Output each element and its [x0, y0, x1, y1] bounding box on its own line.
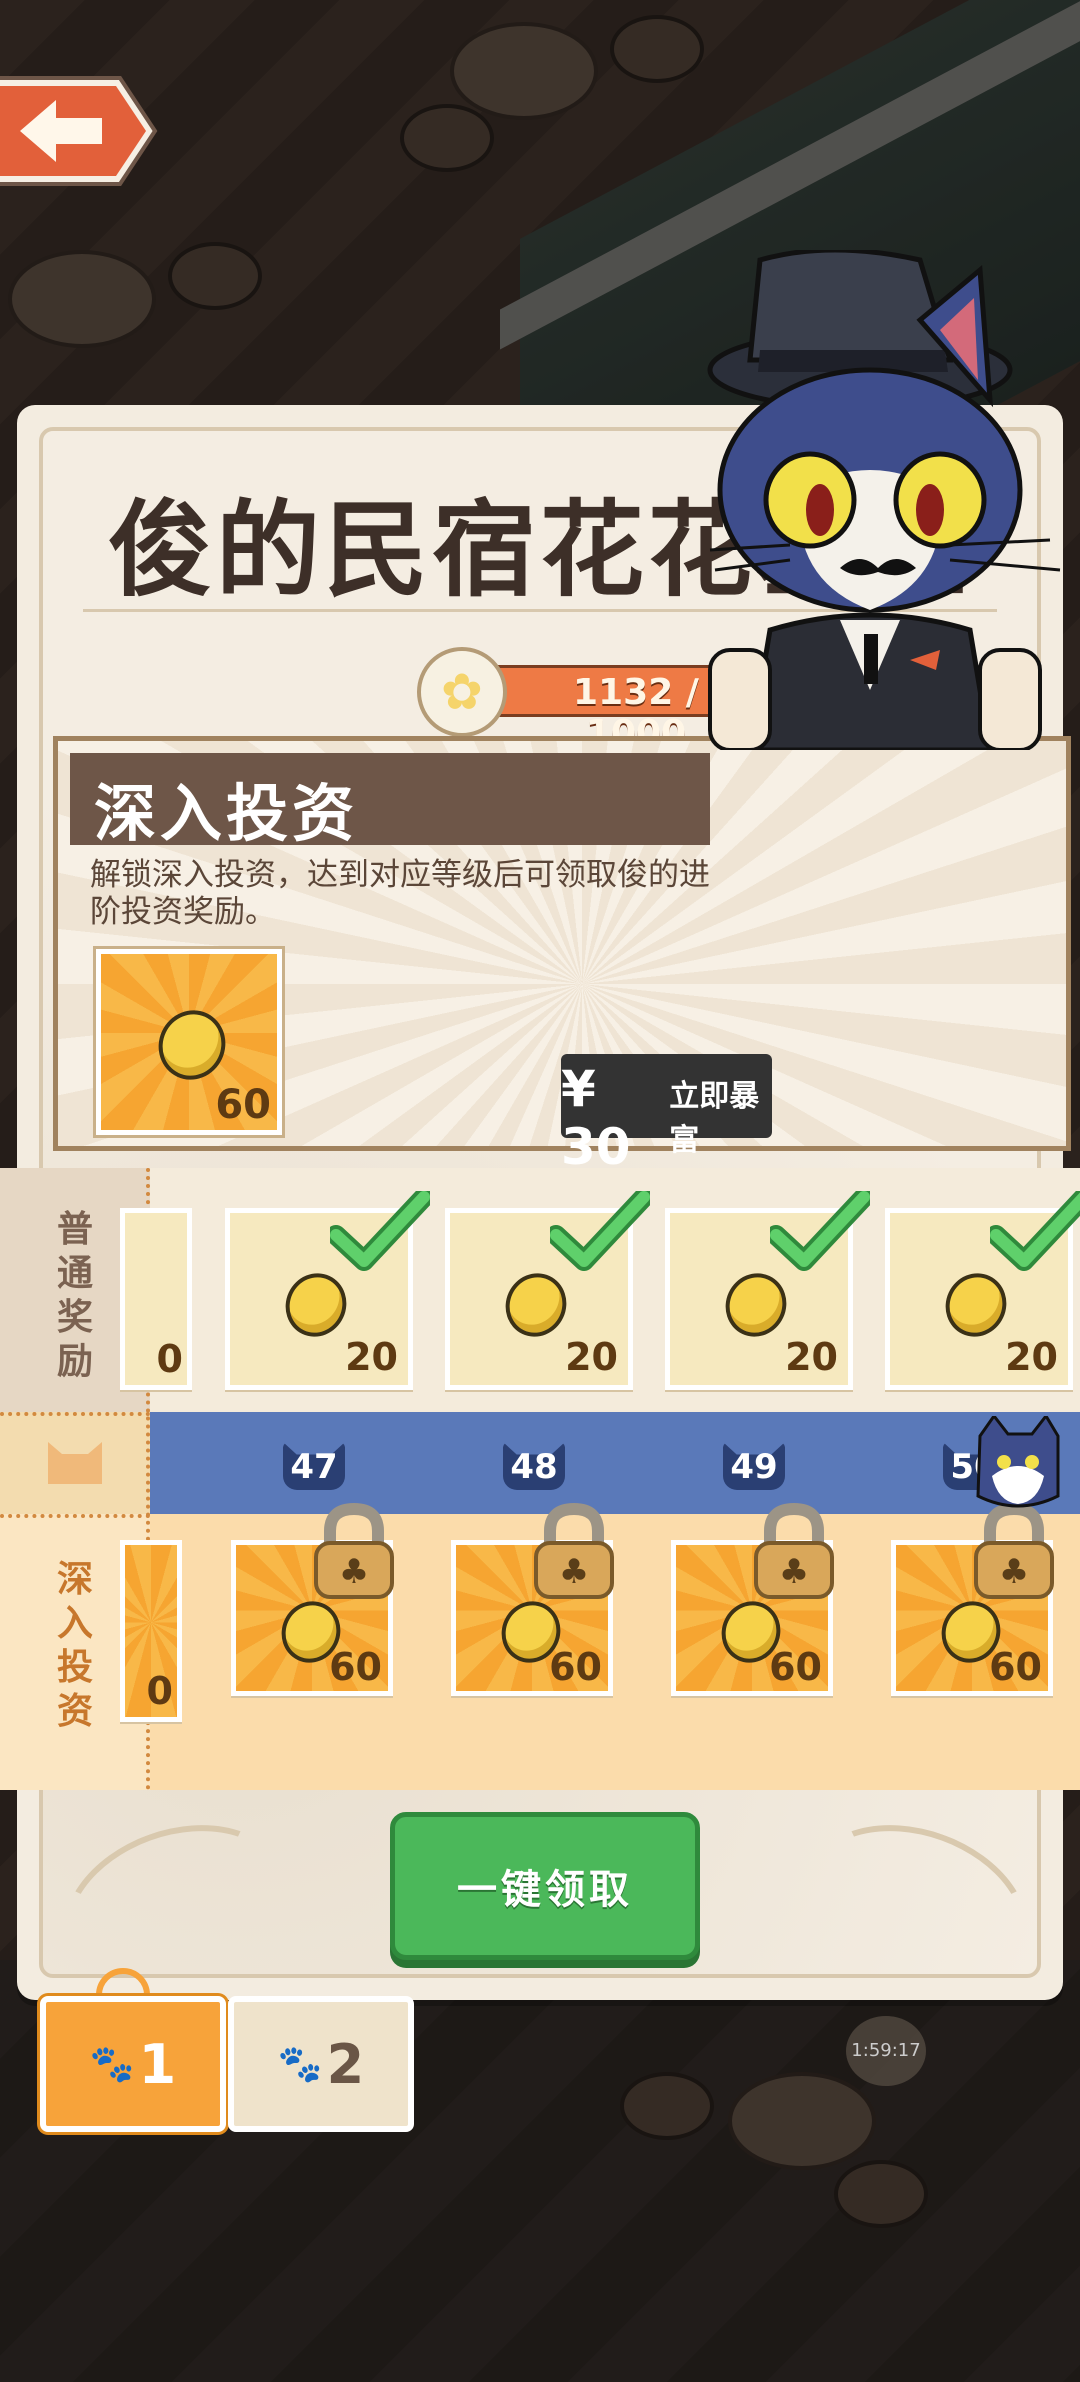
- tab-2[interactable]: 🐾 2: [228, 1996, 414, 2132]
- back-button[interactable]: [0, 72, 160, 190]
- timer-badge: 1:59:17: [846, 2016, 926, 2086]
- reward-value: 60: [769, 1645, 822, 1689]
- level-marker: 49: [723, 1442, 785, 1490]
- tab-1-label: 1: [138, 2032, 177, 2096]
- svg-text:♣: ♣: [559, 1552, 589, 1592]
- cat-level-indicator-icon: [976, 1416, 1060, 1508]
- deep-invest-box: 深入投资 解锁深入投资，达到对应等级后可领取俊的进阶投资奖励。 60 ¥ 30 …: [53, 736, 1071, 1176]
- deep-invest-reward-card: 60: [96, 949, 282, 1135]
- level-number: 49: [730, 1447, 778, 1487]
- claim-all-button[interactable]: 一键领取: [390, 1812, 700, 1960]
- normal-reward-card[interactable]: 20: [445, 1191, 650, 1390]
- level-number: 47: [290, 1447, 338, 1487]
- checkmark-icon: [990, 1191, 1080, 1271]
- paw-icon: 🐾: [89, 2044, 135, 2085]
- svg-text:♣: ♣: [779, 1552, 809, 1592]
- level-marker: 48: [503, 1442, 565, 1490]
- price-label: ¥ 30: [561, 1060, 631, 1176]
- normal-reward-card[interactable]: 20: [885, 1191, 1080, 1390]
- divider: [0, 1412, 150, 1416]
- divider: [0, 1514, 150, 1518]
- reward-value: 20: [785, 1335, 838, 1379]
- reward-value: 0: [156, 1337, 183, 1381]
- svg-text:♣: ♣: [999, 1552, 1029, 1592]
- checkmark-icon: [330, 1191, 430, 1271]
- price-action-label: 立即暴富: [669, 1079, 760, 1158]
- reward-value: 60: [215, 1082, 271, 1128]
- reward-value: 20: [345, 1335, 398, 1379]
- checkmark-icon: [550, 1191, 650, 1271]
- normal-reward-card[interactable]: 20: [225, 1191, 430, 1390]
- deep-invest-description: 解锁深入投资，达到对应等级后可领取俊的进阶投资奖励。: [90, 857, 710, 930]
- cat-head-icon: [48, 1442, 102, 1484]
- reward-value: 60: [329, 1645, 382, 1689]
- reward-track: 普通奖励 深入投资 0 0 20 47 60 ♣ 20 48 60 ♣ 20 49 60 ♣ 20 50 6…: [0, 1168, 1080, 1790]
- tab-2-label: 2: [326, 2032, 365, 2096]
- deep-invest-header: 深入投资: [70, 753, 710, 850]
- deep-reward-card[interactable]: 60 ♣: [451, 1503, 614, 1696]
- level-number: 48: [510, 1447, 558, 1487]
- reward-value: 20: [1005, 1335, 1058, 1379]
- deep-reward-card[interactable]: 60 ♣: [231, 1503, 394, 1696]
- back-arrow-icon: [0, 76, 158, 186]
- buy-deep-invest-button[interactable]: ¥ 30 立即暴富: [561, 1054, 772, 1176]
- level-label-cell: [0, 1412, 150, 1514]
- reward-value: 60: [549, 1645, 602, 1689]
- lock-icon: ♣: [754, 1503, 834, 1599]
- reward-value: 20: [565, 1335, 618, 1379]
- deep-reward-card[interactable]: 60 ♣: [891, 1503, 1054, 1696]
- reward-value: 0: [146, 1669, 173, 1713]
- level-marker: 47: [283, 1442, 345, 1490]
- tab-1[interactable]: 🐾 1: [40, 1996, 226, 2132]
- flower-icon: ✿: [417, 647, 507, 737]
- deep-reward-card[interactable]: 60 ♣: [671, 1503, 834, 1696]
- lock-icon: ♣: [534, 1503, 614, 1599]
- paw-icon: 🐾: [277, 2044, 323, 2085]
- lock-icon: ♣: [314, 1503, 394, 1599]
- reward-value: 60: [989, 1645, 1042, 1689]
- normal-reward-card[interactable]: 20: [665, 1191, 870, 1390]
- lock-icon: ♣: [974, 1503, 1054, 1599]
- coin-icon: [147, 999, 237, 1091]
- svg-text:♣: ♣: [339, 1552, 369, 1592]
- deep-reward-card-partial[interactable]: 0: [120, 1540, 182, 1722]
- normal-reward-card-partial[interactable]: 0: [120, 1208, 192, 1390]
- deep-invest-title: 深入投资: [94, 777, 359, 850]
- cat-mascot: [707, 250, 1061, 750]
- checkmark-icon: [770, 1191, 870, 1271]
